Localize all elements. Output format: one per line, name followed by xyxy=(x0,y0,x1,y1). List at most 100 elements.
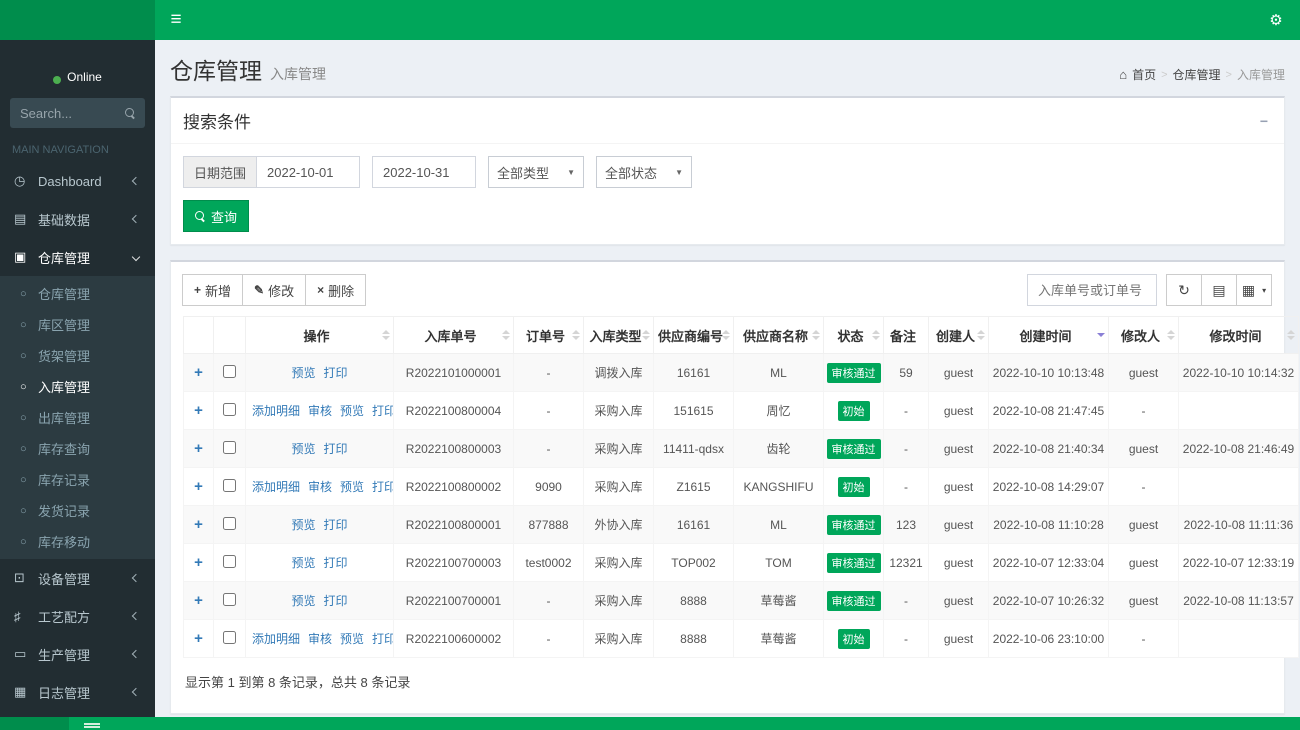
row-action-link[interactable]: 预览 xyxy=(291,366,315,380)
col-header-supplier-name[interactable]: 供应商名称 xyxy=(734,317,824,354)
row-action-link[interactable]: 打印 xyxy=(324,594,348,608)
sidebar-item-warehouse[interactable]: ▣仓库管理 xyxy=(0,238,155,276)
expand-row-icon[interactable]: + xyxy=(194,478,203,495)
row-action-link[interactable]: 添加明细 xyxy=(252,480,300,494)
row-checkbox[interactable] xyxy=(223,403,236,416)
add-button[interactable]: + 新增 xyxy=(182,274,243,306)
type-select[interactable]: 全部类型 ▼ xyxy=(488,156,584,188)
breadcrumb-warehouse[interactable]: 仓库管理 xyxy=(1173,66,1221,83)
row-action-link[interactable]: 添加明细 xyxy=(252,632,300,646)
sidebar-search-input[interactable]: Search... xyxy=(10,98,145,128)
breadcrumb-separator: > xyxy=(1161,69,1167,81)
col-header-po-no[interactable]: 订单号 xyxy=(514,317,584,354)
row-action-link[interactable]: 预览 xyxy=(291,556,315,570)
refresh-button[interactable]: ↻ xyxy=(1166,274,1202,306)
row-checkbox[interactable] xyxy=(223,365,236,378)
row-action-link[interactable]: 打印 xyxy=(372,632,393,646)
cell-checkbox xyxy=(214,354,246,392)
sidebar-subitem-stock-move[interactable]: ○库存移动 xyxy=(0,526,155,557)
row-checkbox[interactable] xyxy=(223,441,236,454)
expand-row-icon[interactable]: + xyxy=(194,440,203,457)
delete-button[interactable]: × 删除 xyxy=(305,274,366,306)
col-header-ops[interactable]: 操作 xyxy=(246,317,394,354)
query-button[interactable]: 查询 xyxy=(183,200,249,232)
row-action-link[interactable]: 审核 xyxy=(308,480,332,494)
row-action-link[interactable]: 预览 xyxy=(340,404,364,418)
row-checkbox[interactable] xyxy=(223,631,236,644)
cell-type: 采购入库 xyxy=(584,430,654,468)
cell-supplier-code: 151615 xyxy=(654,392,734,430)
sidebar-subitem-outbound[interactable]: ○出库管理 xyxy=(0,402,155,433)
expand-row-icon[interactable]: + xyxy=(194,364,203,381)
row-action-link[interactable]: 添加明细 xyxy=(252,404,300,418)
row-checkbox[interactable] xyxy=(223,555,236,568)
col-header-type[interactable]: 入库类型 xyxy=(584,317,654,354)
sidebar-item-production[interactable]: ▭生产管理 xyxy=(0,635,155,673)
search-panel: 搜索条件 − 日期范围 全部类型 ▼ 全部状态 ▼ xyxy=(170,96,1285,245)
row-action-link[interactable]: 打印 xyxy=(324,442,348,456)
row-action-link[interactable]: 打印 xyxy=(324,556,348,570)
breadcrumb-separator: > xyxy=(1226,69,1232,81)
row-checkbox[interactable] xyxy=(223,517,236,530)
row-action-link[interactable]: 打印 xyxy=(372,480,393,494)
toggle-view-button[interactable]: ▤ xyxy=(1201,274,1237,306)
settings-button[interactable]: ⚙ xyxy=(1254,0,1298,40)
row-action-link[interactable]: 打印 xyxy=(324,366,348,380)
col-header-modifier[interactable]: 修改人 xyxy=(1109,317,1179,354)
status-select[interactable]: 全部状态 ▼ xyxy=(596,156,692,188)
expand-row-icon[interactable]: + xyxy=(194,630,203,647)
caret-down-icon: ▼ xyxy=(675,168,683,177)
sort-up-arrow xyxy=(572,330,580,334)
row-checkbox[interactable] xyxy=(223,593,236,606)
columns-button[interactable]: ▦ ▾ xyxy=(1236,274,1272,306)
col-header-modified-at[interactable]: 修改时间 xyxy=(1179,317,1299,354)
col-header-creator[interactable]: 创建人 xyxy=(929,317,989,354)
cross-icon: × xyxy=(317,283,324,297)
sidebar-subitem-shipment-record[interactable]: ○发货记录 xyxy=(0,495,155,526)
collapse-icon[interactable]: − xyxy=(1256,113,1272,129)
col-header-status[interactable]: 状态 xyxy=(824,317,884,354)
edit-button[interactable]: ✎ 修改 xyxy=(242,274,306,306)
sort-down-arrow xyxy=(382,336,390,340)
row-action-link[interactable]: 预览 xyxy=(340,480,364,494)
table-row: +预览打印R2022100800001877888外协入库16161ML审核通过… xyxy=(184,506,1299,544)
sidebar-item-log[interactable]: ▦日志管理 xyxy=(0,673,155,711)
col-header-created-at[interactable]: 创建时间 xyxy=(989,317,1109,354)
row-action-link[interactable]: 打印 xyxy=(372,404,393,418)
table-search-input[interactable] xyxy=(1027,274,1157,306)
col-header-supplier-code[interactable]: 供应商编号 xyxy=(654,317,734,354)
cell-remark: 12321 xyxy=(884,544,929,582)
row-action-link[interactable]: 审核 xyxy=(308,632,332,646)
table-row: +添加明细审核预览打印R20221008000029090采购入库Z1615KA… xyxy=(184,468,1299,506)
sidebar-toggle-button[interactable]: ≡ xyxy=(155,0,197,40)
row-action-link[interactable]: 打印 xyxy=(324,518,348,532)
table-row: +添加明细审核预览打印R2022100800004-采购入库151615周忆初始… xyxy=(184,392,1299,430)
row-action-link[interactable]: 审核 xyxy=(308,404,332,418)
sidebar-subitem-storage-area[interactable]: ○库区管理 xyxy=(0,309,155,340)
sidebar-item-dashboard[interactable]: ◷Dashboard xyxy=(0,162,155,200)
breadcrumb-home[interactable]: 首页 xyxy=(1132,66,1156,83)
app-logo[interactable] xyxy=(0,0,155,40)
sidebar-subitem-stock-record[interactable]: ○库存记录 xyxy=(0,464,155,495)
row-action-link[interactable]: 预览 xyxy=(291,594,315,608)
sidebar-subitem-warehouse-mgmt[interactable]: ○仓库管理 xyxy=(0,278,155,309)
col-header-order-no[interactable]: 入库单号 xyxy=(394,317,514,354)
sidebar-item-base-data[interactable]: ▤基础数据 xyxy=(0,200,155,238)
expand-row-icon[interactable]: + xyxy=(194,402,203,419)
sidebar-item-recipe[interactable]: ♯工艺配方 xyxy=(0,597,155,635)
expand-row-icon[interactable]: + xyxy=(194,516,203,533)
row-action-link[interactable]: 预览 xyxy=(291,442,315,456)
date-to-input[interactable] xyxy=(372,156,476,188)
date-from-input[interactable] xyxy=(256,156,360,188)
sidebar-subitem-stock-query[interactable]: ○库存查询 xyxy=(0,433,155,464)
sort-down-arrow xyxy=(722,336,730,340)
sidebar-item-equipment[interactable]: ⊡设备管理 xyxy=(0,559,155,597)
sidebar-item-label: 日志管理 xyxy=(38,683,90,702)
sidebar-subitem-shelf[interactable]: ○货架管理 xyxy=(0,340,155,371)
expand-row-icon[interactable]: + xyxy=(194,592,203,609)
row-checkbox[interactable] xyxy=(223,479,236,492)
row-action-link[interactable]: 预览 xyxy=(291,518,315,532)
row-action-link[interactable]: 预览 xyxy=(340,632,364,646)
expand-row-icon[interactable]: + xyxy=(194,554,203,571)
sidebar-subitem-inbound[interactable]: ○入库管理 xyxy=(0,371,155,402)
